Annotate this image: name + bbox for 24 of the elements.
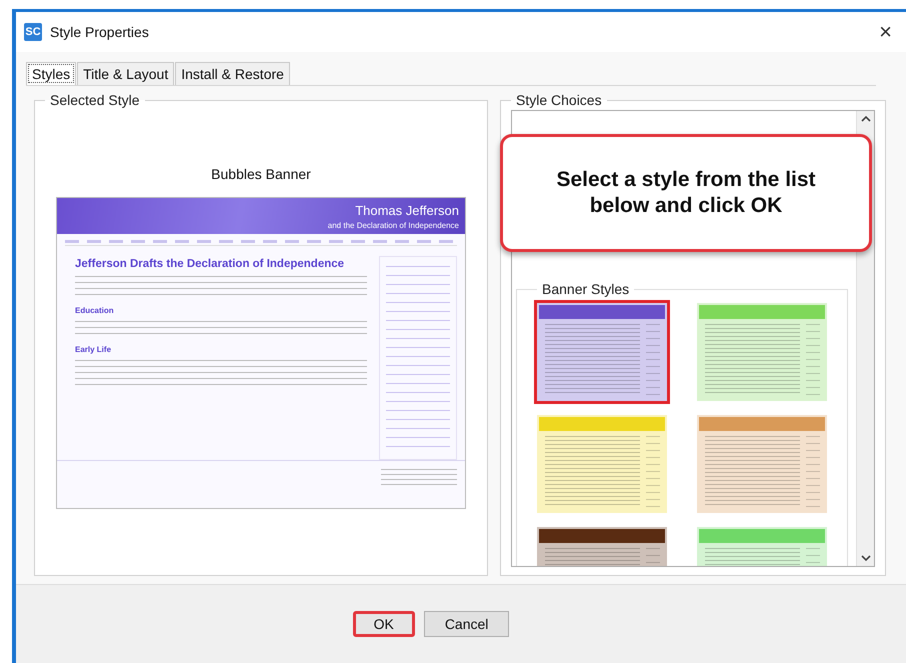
window-title: Style Properties: [50, 24, 150, 40]
style-thumbnail[interactable]: [697, 303, 827, 401]
banner-title: Thomas Jefferson: [355, 202, 459, 218]
banner-subtitle: and the Declaration of Independence: [328, 220, 459, 230]
scroll-up-icon[interactable]: [860, 115, 870, 122]
preview-section-heading: Education: [75, 306, 115, 315]
tab[interactable]: Install & Restore: [175, 62, 290, 85]
group-title: Banner Styles: [541, 281, 630, 297]
scroll-down-icon[interactable]: [860, 555, 870, 562]
close-button[interactable]: ×: [875, 21, 896, 43]
style-thumbnail[interactable]: [537, 303, 667, 401]
preview-headline: Jefferson Drafts the Declaration of Independence: [75, 258, 346, 270]
panel-title: Selected Style: [49, 92, 140, 108]
panel-title: Style Choices: [515, 92, 603, 108]
cancel-button[interactable]: Cancel: [424, 611, 510, 637]
style-thumbnail[interactable]: [537, 415, 667, 513]
style-thumbnail[interactable]: [697, 415, 827, 513]
ok-button[interactable]: OK: [352, 611, 415, 637]
preview-section-heading: Early Life: [75, 344, 112, 354]
app-icon: SC: [24, 23, 42, 41]
tab[interactable]: Styles: [26, 62, 76, 85]
style-name: Bubbles Banner: [210, 166, 312, 182]
callout-tooltip: Select a style from the list below and click OK: [500, 134, 872, 252]
tab[interactable]: Title & Layout: [77, 62, 174, 85]
